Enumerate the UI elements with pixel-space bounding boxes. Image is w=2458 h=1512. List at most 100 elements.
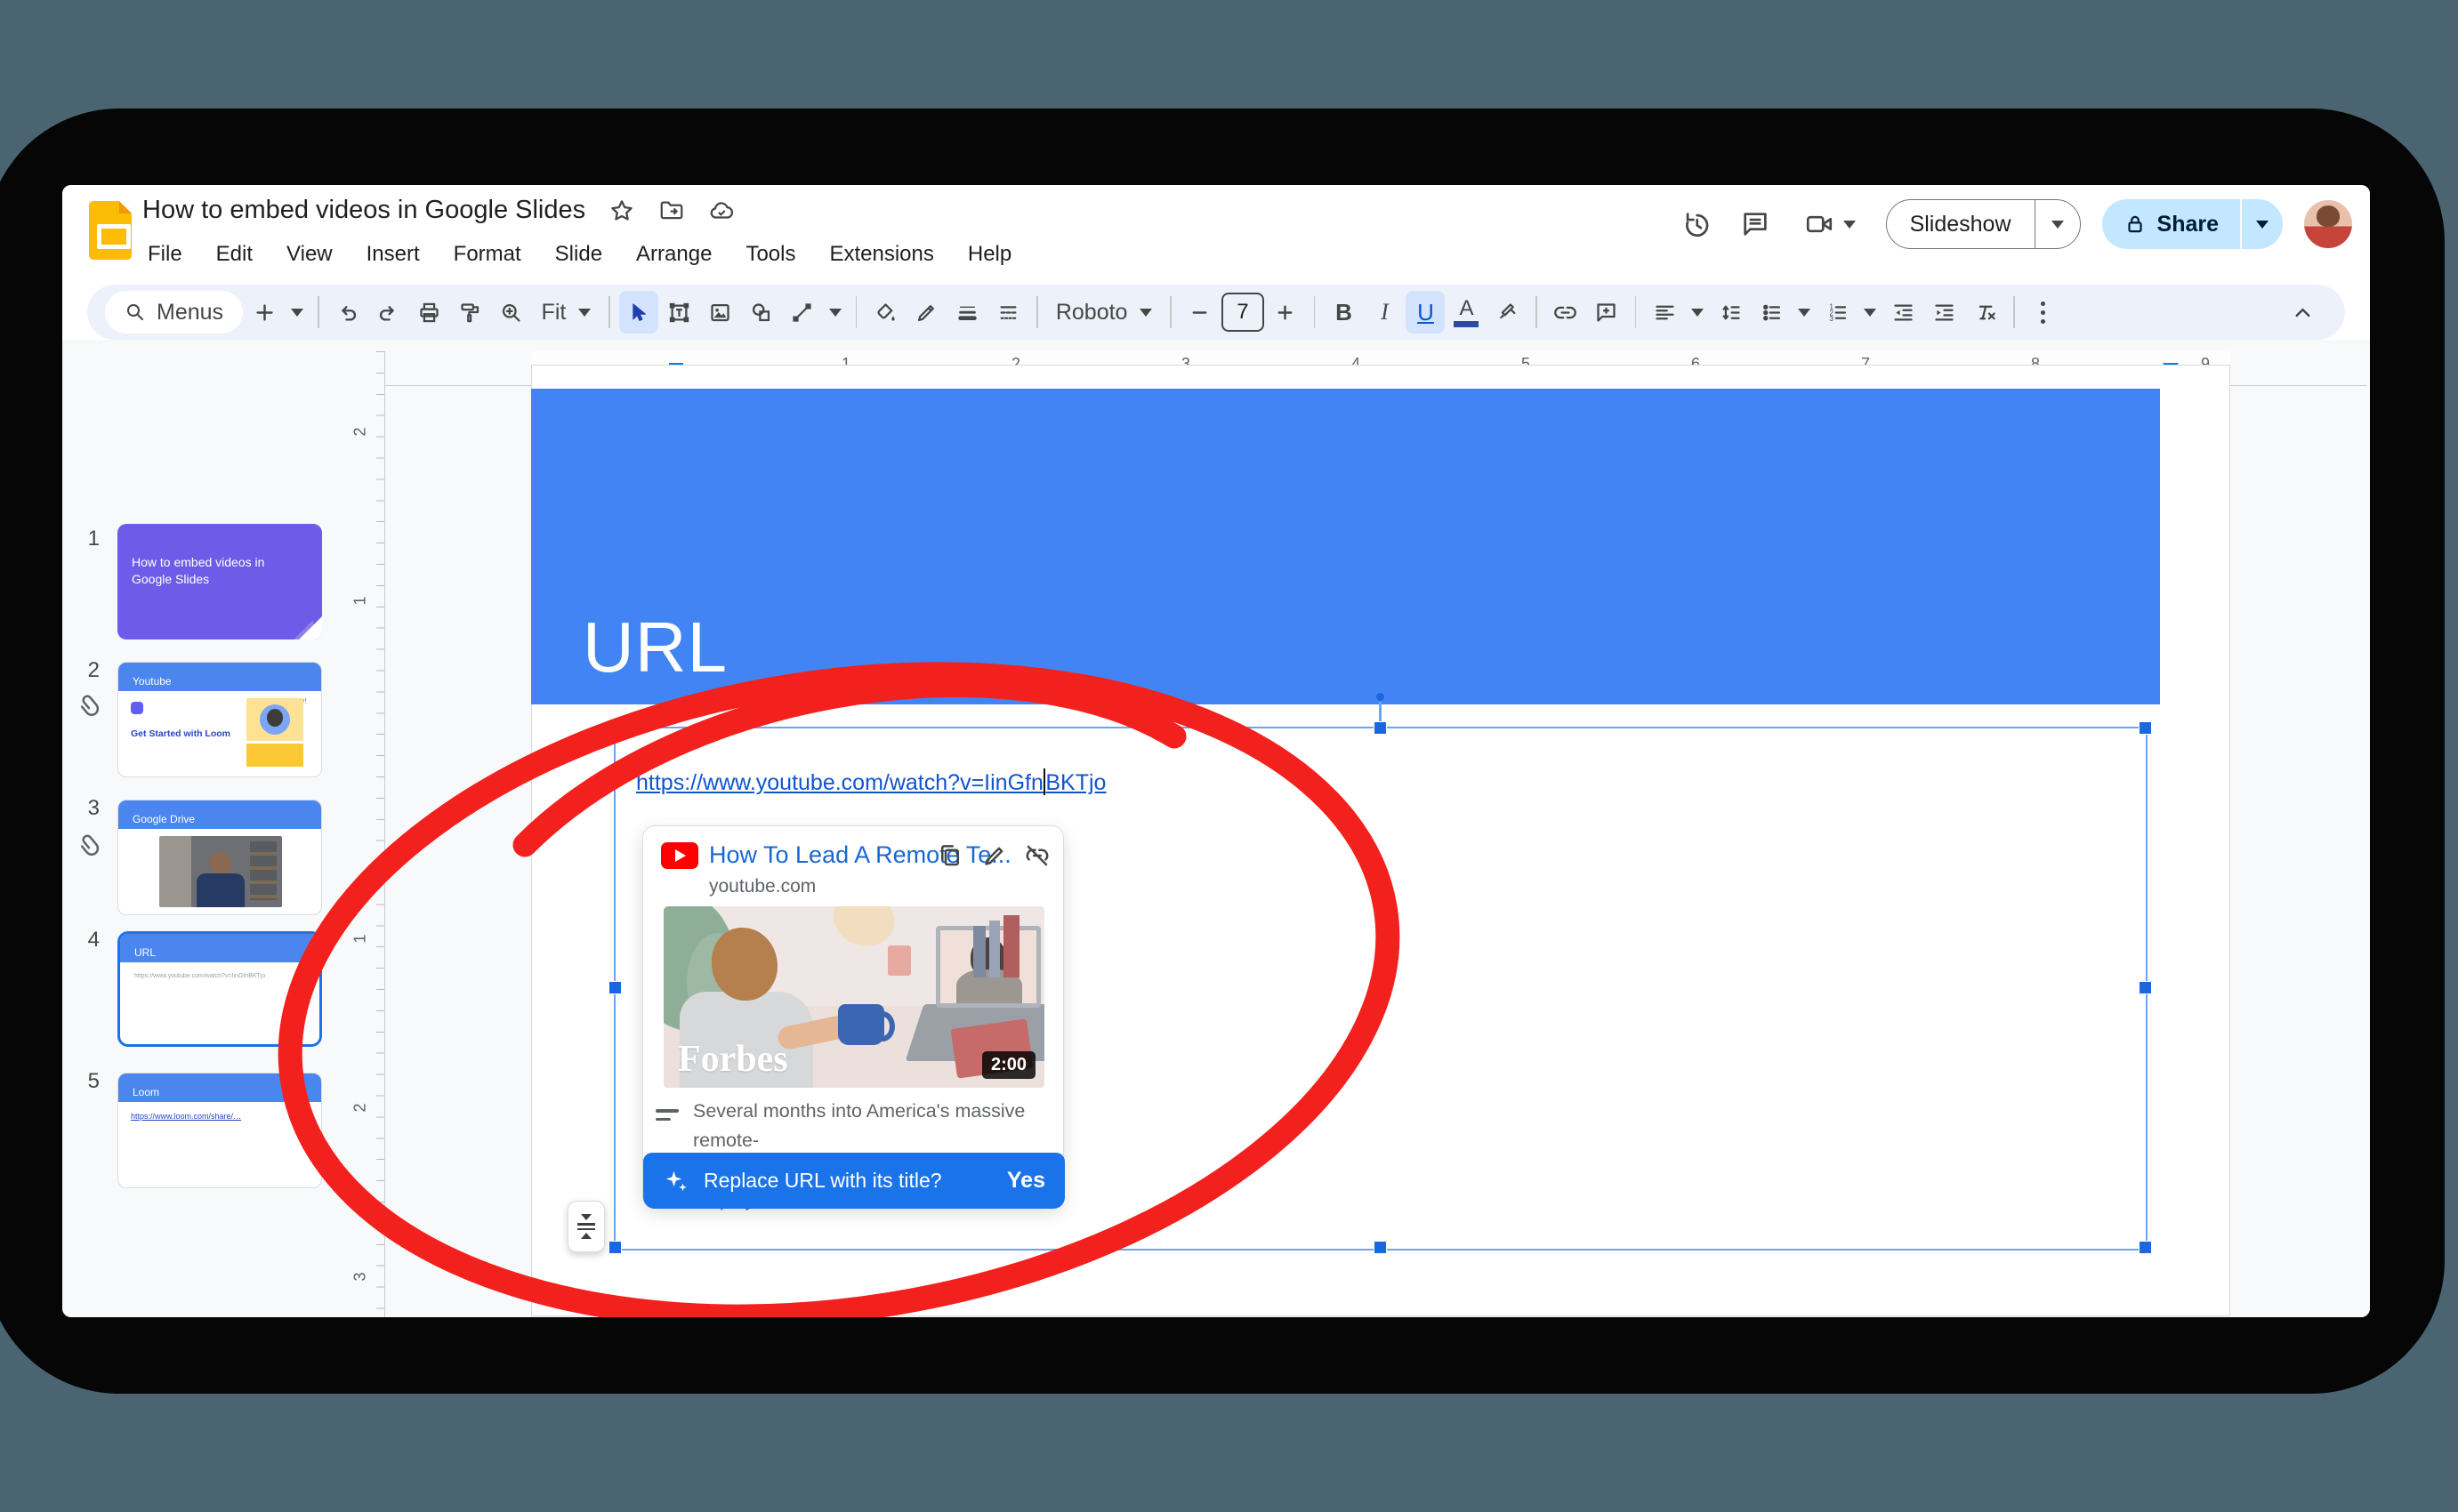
- bulleted-list-button[interactable]: [1752, 291, 1791, 334]
- link-card-title[interactable]: How To Lead A Remote Te...: [709, 841, 1011, 869]
- text-color-button[interactable]: A: [1447, 291, 1486, 334]
- numbered-list-dropdown[interactable]: [1858, 291, 1882, 334]
- resize-handle-sw[interactable]: [608, 1241, 622, 1254]
- comments-icon[interactable]: [1737, 205, 1774, 243]
- bold-button[interactable]: B: [1324, 291, 1363, 334]
- slide-thumbnail-2[interactable]: Youtube Yay! Get Started with Loom: [117, 662, 322, 777]
- new-slide-button[interactable]: [245, 291, 284, 334]
- link-preview-card[interactable]: How To Lead A Remote Te... youtube.com F…: [642, 825, 1065, 1210]
- autofit-text-button[interactable]: [568, 1201, 605, 1252]
- replace-url-yes-button[interactable]: Yes: [1007, 1168, 1045, 1194]
- zoom-select[interactable]: Fit: [533, 300, 600, 326]
- decrease-font-size-button[interactable]: [1181, 291, 1220, 334]
- menu-insert[interactable]: Insert: [356, 238, 431, 270]
- slide-thumbnail-5[interactable]: Loom https://www.loom.com/share/…: [117, 1073, 322, 1188]
- rotation-handle[interactable]: [1376, 693, 1384, 701]
- menu-edit[interactable]: Edit: [206, 238, 263, 270]
- search-menus-button[interactable]: Menus: [105, 291, 244, 334]
- cloud-saved-icon[interactable]: [708, 197, 735, 224]
- resize-handle-w[interactable]: [608, 981, 622, 994]
- line-spacing-button[interactable]: [1711, 291, 1750, 334]
- font-family-select[interactable]: Roboto: [1047, 300, 1162, 326]
- move-folder-icon[interactable]: [658, 197, 685, 224]
- resize-handle-n[interactable]: [1374, 721, 1387, 735]
- meet-camera-button[interactable]: [1795, 205, 1865, 243]
- share-button[interactable]: Share: [2102, 199, 2242, 249]
- align-dropdown[interactable]: [1686, 291, 1709, 334]
- clear-formatting-button[interactable]: [1965, 291, 2004, 334]
- share-dropdown-button[interactable]: [2242, 199, 2283, 249]
- decrease-indent-button[interactable]: [1883, 291, 1922, 334]
- version-history-icon[interactable]: [1678, 205, 1715, 243]
- line-dropdown[interactable]: [824, 291, 847, 334]
- insert-line-button[interactable]: [783, 291, 822, 334]
- increase-font-size-button[interactable]: [1266, 291, 1305, 334]
- slide-thumbnail-1[interactable]: How to embed videos in Google Slides: [117, 524, 322, 639]
- hide-menus-button[interactable]: [2283, 291, 2322, 334]
- account-avatar[interactable]: [2304, 200, 2352, 248]
- vertical-ruler[interactable]: 2 1 1 2 3: [351, 351, 385, 1317]
- slide-number: 3: [87, 796, 100, 820]
- thumb-body-line: https://www.youtube.com/watch?v=IinGfnBK…: [134, 973, 266, 979]
- thumb-header: Youtube: [118, 663, 321, 691]
- italic-button[interactable]: I: [1365, 291, 1404, 334]
- slideshow-dropdown-button[interactable]: [2035, 200, 2080, 248]
- font-size-input[interactable]: 7: [1221, 293, 1264, 332]
- insert-image-button[interactable]: [701, 291, 740, 334]
- menu-slide[interactable]: Slide: [544, 238, 613, 270]
- resize-handle-e[interactable]: [2139, 981, 2152, 994]
- insert-shape-button[interactable]: [742, 291, 781, 334]
- menu-extensions[interactable]: Extensions: [818, 238, 944, 270]
- undo-button[interactable]: [328, 291, 367, 334]
- resize-handle-se[interactable]: [2139, 1241, 2152, 1254]
- menu-view[interactable]: View: [276, 238, 343, 270]
- video-thumbnail[interactable]: Forbes 2:00: [664, 906, 1044, 1088]
- slideshow-button[interactable]: Slideshow: [1887, 200, 2035, 248]
- toolbar-divider: [1313, 296, 1316, 328]
- border-color-button[interactable]: [907, 291, 946, 334]
- copy-link-icon[interactable]: [937, 842, 963, 869]
- slide-thumbnail-4-selected[interactable]: URL https://www.youtube.com/watch?v=IinG…: [117, 931, 322, 1047]
- select-tool-button[interactable]: [618, 291, 658, 334]
- slides-logo-icon[interactable]: [89, 201, 132, 260]
- toolbar-divider: [1535, 296, 1537, 328]
- remove-link-icon[interactable]: [1024, 842, 1051, 869]
- new-slide-dropdown[interactable]: [286, 291, 309, 334]
- resize-handle-s[interactable]: [1374, 1241, 1387, 1254]
- menu-help[interactable]: Help: [957, 238, 1022, 270]
- resize-handle-ne[interactable]: [2139, 721, 2152, 735]
- slide-title-text[interactable]: URL: [583, 607, 728, 688]
- text-box-button[interactable]: [660, 291, 699, 334]
- fill-color-button[interactable]: [866, 291, 905, 334]
- highlight-color-button[interactable]: [1487, 291, 1527, 334]
- slide-thumbnail-3[interactable]: Google Drive: [117, 800, 322, 915]
- replace-url-bar[interactable]: Replace URL with its title? Yes: [643, 1153, 1065, 1209]
- menu-arrange[interactable]: Arrange: [625, 238, 722, 270]
- border-dash-button[interactable]: [988, 291, 1028, 334]
- zoom-button[interactable]: [492, 291, 531, 334]
- add-comment-button[interactable]: [1587, 291, 1626, 334]
- edit-link-icon[interactable]: [981, 842, 1008, 869]
- underline-button[interactable]: U: [1406, 291, 1446, 334]
- more-options-button[interactable]: [2024, 291, 2063, 334]
- bulleted-list-dropdown[interactable]: [1793, 291, 1816, 334]
- menu-tools[interactable]: Tools: [735, 238, 806, 270]
- chevron-down-icon: [828, 308, 842, 317]
- url-text[interactable]: https://www.youtube.com/watch?v=IinGfn BK…: [636, 768, 1106, 796]
- align-button[interactable]: [1645, 291, 1684, 334]
- insert-link-button[interactable]: [1546, 291, 1585, 334]
- redo-button[interactable]: [369, 291, 408, 334]
- resize-handle-nw[interactable]: [608, 721, 622, 735]
- print-button[interactable]: [410, 291, 449, 334]
- meet-camera-dropdown-icon[interactable]: [1842, 220, 1856, 229]
- border-weight-button[interactable]: [947, 291, 987, 334]
- numbered-list-button[interactable]: 123: [1817, 291, 1857, 334]
- toolbar-divider: [855, 296, 858, 328]
- star-icon[interactable]: [608, 197, 635, 224]
- increase-indent-button[interactable]: [1924, 291, 1963, 334]
- menu-format[interactable]: Format: [443, 238, 532, 270]
- slide-title-bar[interactable]: [531, 389, 2160, 704]
- document-title[interactable]: How to embed videos in Google Slides: [142, 196, 585, 225]
- menu-file[interactable]: File: [137, 238, 193, 270]
- paint-format-button[interactable]: [451, 291, 490, 334]
